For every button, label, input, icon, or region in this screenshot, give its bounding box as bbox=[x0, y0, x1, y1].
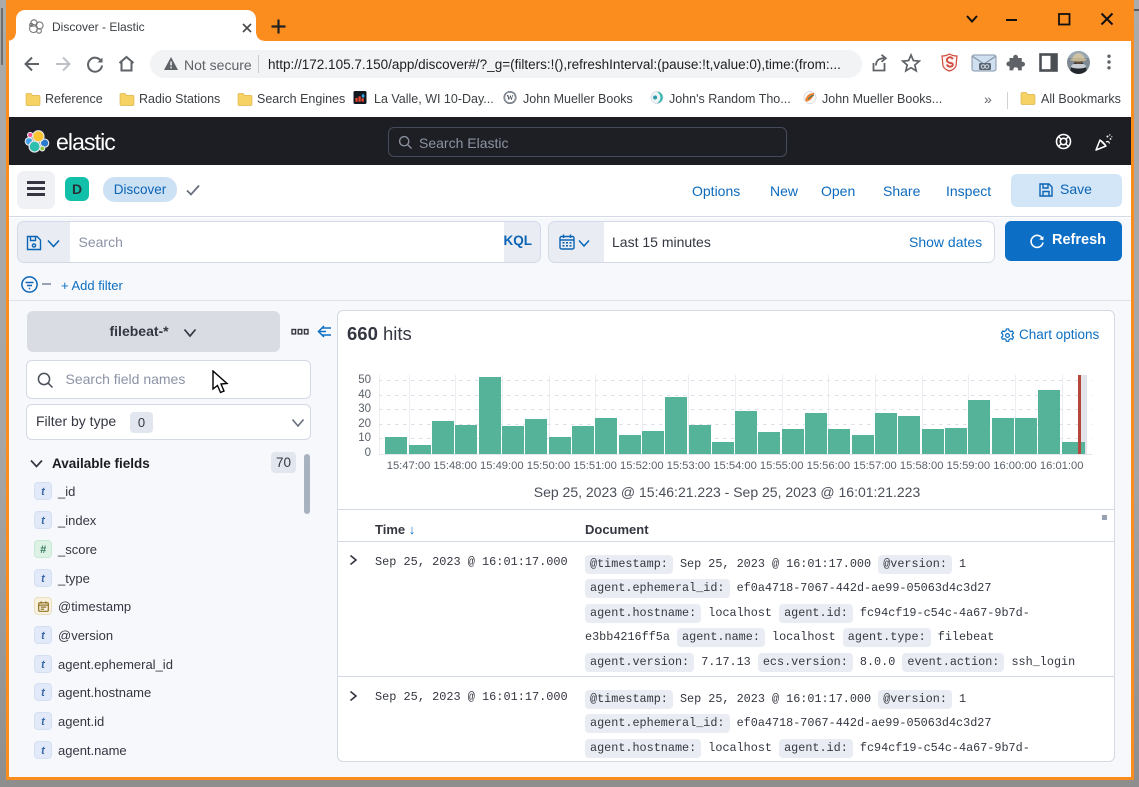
svg-text:W: W bbox=[507, 95, 514, 102]
